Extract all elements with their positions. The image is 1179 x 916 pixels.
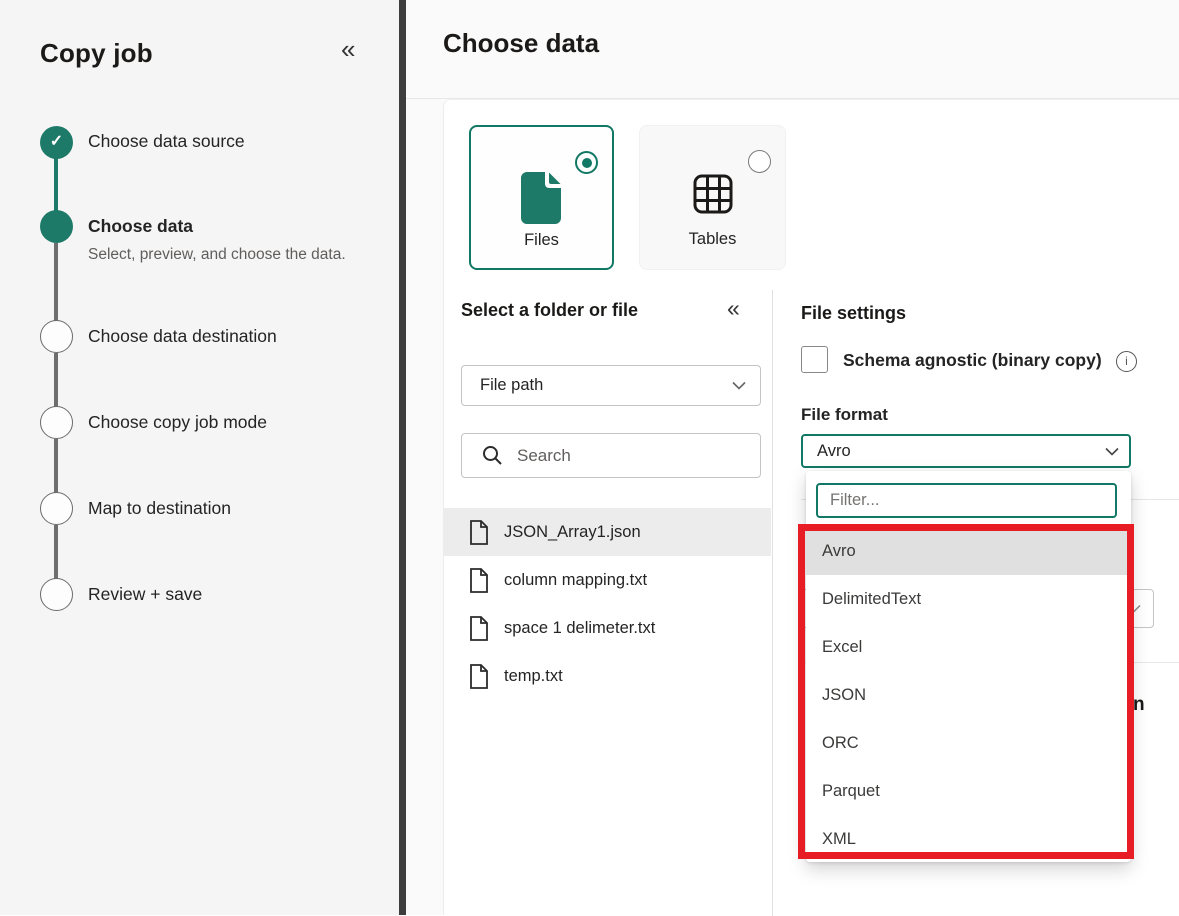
step-circle-completed[interactable]: ✓ (40, 126, 73, 159)
filter-box (816, 483, 1117, 518)
dropdown-option-excel[interactable]: Excel (806, 623, 1131, 671)
card-tables[interactable]: Tables (639, 125, 786, 270)
card-tables-label: Tables (640, 230, 785, 249)
search-icon (482, 445, 503, 466)
document-icon (469, 664, 489, 689)
step-label-map-to-destination[interactable]: Map to destination (88, 498, 231, 519)
check-icon: ✓ (50, 134, 63, 150)
search-box (461, 433, 761, 478)
partial-heading-fragment: n (1133, 694, 1145, 716)
stepper-sidebar: Copy job « ✓ Choose data source Choose d… (0, 0, 399, 915)
sidebar-title: Copy job (40, 38, 153, 69)
collapse-browser-icon[interactable]: « (727, 297, 740, 320)
main-header: Choose data (406, 0, 1179, 99)
step-circle-upcoming[interactable] (40, 578, 73, 611)
step-connector (54, 243, 58, 322)
step-label-review-save[interactable]: Review + save (88, 584, 202, 605)
dropdown-option-avro[interactable]: Avro (806, 527, 1131, 575)
step-label-choose-data-source[interactable]: Choose data source (88, 131, 245, 152)
schema-agnostic-label[interactable]: Schema agnostic (binary copy) (843, 350, 1102, 371)
step-connector (54, 525, 58, 580)
document-icon (469, 568, 489, 593)
file-row-json-array1[interactable]: JSON_Array1.json (444, 508, 771, 556)
step-circle-upcoming[interactable] (40, 320, 73, 353)
main-area: Choose data Files (406, 0, 1179, 915)
file-name: space 1 delimeter.txt (504, 619, 655, 638)
content-panel: Files Tables Select a folder or file « F… (443, 99, 1179, 915)
step-label-choose-copy-job-mode[interactable]: Choose copy job mode (88, 412, 267, 433)
page-title: Choose data (443, 28, 599, 59)
file-format-dropdown-panel: Avro DelimitedText Excel JSON ORC Parque… (806, 471, 1131, 862)
sidebar-splitter[interactable] (399, 0, 406, 915)
file-row-temp[interactable]: temp.txt (444, 652, 771, 700)
step-circle-upcoming[interactable] (40, 406, 73, 439)
collapse-sidebar-icon[interactable]: « (341, 36, 355, 62)
file-path-value: File path (480, 376, 732, 395)
step-connector (54, 353, 58, 408)
step-label-choose-data-destination[interactable]: Choose data destination (88, 326, 277, 347)
step-connector (54, 158, 58, 212)
file-format-value: Avro (817, 442, 1105, 461)
file-name: JSON_Array1.json (504, 523, 641, 542)
file-row-column-mapping[interactable]: column mapping.txt (444, 556, 771, 604)
file-name: temp.txt (504, 667, 563, 686)
dropdown-option-orc[interactable]: ORC (806, 719, 1131, 767)
step-circle-current[interactable] (40, 210, 73, 243)
file-browser-title: Select a folder or file (461, 300, 638, 321)
step-connector (54, 439, 58, 494)
step-description: Select, preview, and choose the data. (88, 246, 346, 264)
chevron-down-icon (1105, 447, 1119, 456)
dropdown-option-xml[interactable]: XML (806, 815, 1131, 863)
search-input[interactable] (517, 446, 748, 466)
dropdown-option-json[interactable]: JSON (806, 671, 1131, 719)
dropdown-option-delimitedtext[interactable]: DelimitedText (806, 575, 1131, 623)
dropdown-option-parquet[interactable]: Parquet (806, 767, 1131, 815)
info-icon[interactable]: i (1116, 351, 1137, 372)
file-icon (471, 171, 612, 225)
card-files-label: Files (471, 231, 612, 250)
filter-input[interactable] (818, 491, 1115, 510)
file-name: column mapping.txt (504, 571, 647, 590)
file-format-options: Avro DelimitedText Excel JSON ORC Parque… (806, 527, 1131, 863)
radio-unselected-icon[interactable] (748, 150, 771, 173)
file-path-dropdown[interactable]: File path (461, 365, 761, 406)
file-format-dropdown[interactable]: Avro (801, 434, 1131, 468)
document-icon (469, 520, 489, 545)
file-settings-title: File settings (801, 303, 906, 324)
step-label-choose-data[interactable]: Choose data (88, 216, 193, 237)
file-row-space-delimeter[interactable]: space 1 delimeter.txt (444, 604, 771, 652)
table-grid-icon (640, 174, 785, 214)
chevron-down-icon (732, 381, 746, 390)
schema-agnostic-checkbox[interactable] (801, 346, 828, 373)
card-files[interactable]: Files (469, 125, 614, 270)
step-circle-upcoming[interactable] (40, 492, 73, 525)
column-divider (772, 290, 773, 916)
file-format-label: File format (801, 405, 888, 425)
document-icon (469, 616, 489, 641)
